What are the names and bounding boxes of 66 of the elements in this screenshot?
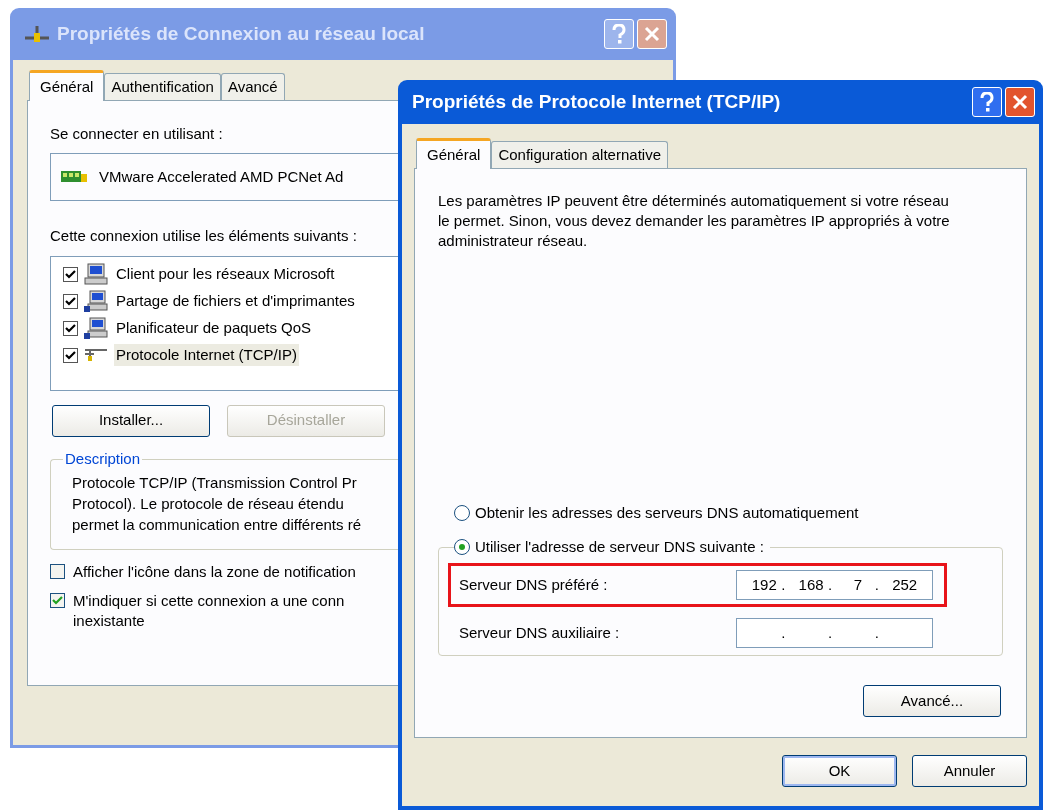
checkbox[interactable] [50,563,65,579]
tab[interactable]: Général [416,138,492,169]
list-item[interactable]: Partage de fichiers et d'imprimantes [114,289,357,313]
field-label: Se connecter en utilisant : [50,124,223,143]
field-label: Serveur DNS auxiliaire : [459,622,620,643]
computer-icon [84,290,108,312]
tab[interactable]: Général [29,70,105,101]
list-item[interactable]: Client pour les réseaux Microsoft [114,262,337,286]
tab[interactable]: Authentification [104,73,221,100]
window-title: Propriétés de Protocole Internet (TCP/IP) [412,89,781,114]
tab[interactable]: Configuration alternative [491,141,668,168]
radio-label: Obtenir les adresses des serveurs DNS automatiquement [475,502,859,523]
ip-address-field[interactable]: 192 . 168 . 7 . 252 [736,570,933,600]
description-text: Protocole TCP/IP (Transmission Control Pr [72,472,357,493]
octet-separator: . [781,574,786,595]
checkbox-label: Afficher l'icône dans la zone de notification [73,561,356,582]
window-title: Propriétés de Connexion au réseau local [57,21,425,46]
list-item[interactable]: Protocole Internet (TCP/IP) [114,343,299,367]
octet-separator: . [874,574,880,595]
tab[interactable]: Avancé [220,73,285,100]
button[interactable]: Avancé... [863,685,1001,717]
octet-value: 192 [750,574,778,595]
help-icon [612,24,626,44]
octet-value: 7 [852,574,864,595]
button[interactable]: Installer... [52,404,210,437]
checkbox-label: M'indiquer si cette connexion a une conn [73,590,345,611]
close-icon [644,26,660,42]
intro-text: Les paramètres IP peuvent être déterminés automatiquement si votre réseau le permet. Sinon, vous devez demander les paramètres IP appropriés à votre administrateur réseau. [438,191,951,251]
adapter-name: VMware Accelerated AMD PCNet Ad [99,166,344,187]
radio-button[interactable] [454,539,470,555]
description-text: permet la communication entre différents ré [72,514,362,535]
checkbox[interactable] [63,347,78,363]
octet-separator: . [874,622,880,643]
network-icon [84,347,108,363]
checkmark-icon [65,350,76,360]
checkmark-icon [65,269,76,279]
help-icon [980,92,994,112]
checkmark-icon [65,296,76,306]
ip-address-field[interactable]: . . . [736,618,933,648]
radio-label: Utiliser l'adresse de serveur DNS suivante : [475,536,764,557]
description-text: Protocol). Le protocole de réseau étendu [72,493,344,514]
octet-separator: . [781,622,786,643]
checkmark-icon [65,323,76,333]
checkmark-icon [52,595,63,605]
list-item[interactable]: Planificateur de paquets QoS [114,316,314,340]
network-card-icon [61,170,87,184]
radio-button[interactable] [454,505,470,521]
network-icon [23,23,51,45]
field-label: Serveur DNS préféré : [459,574,608,595]
help-button[interactable] [972,87,1002,117]
checkbox[interactable] [63,293,78,309]
octet-separator: . [828,574,833,595]
computer-icon [84,317,108,339]
close-button[interactable] [1005,87,1035,117]
checkbox[interactable] [63,266,78,282]
octet-separator: . [828,622,833,643]
button[interactable]: OK [782,755,897,787]
checkbox-label: inexistante [73,610,146,631]
octet-value: 168 [797,574,825,595]
button[interactable]: Annuler [912,755,1027,787]
close-icon [1012,94,1028,110]
checkbox[interactable] [50,592,65,608]
computer-icon [84,263,108,285]
field-label: Cette connexion utilise les éléments suivants : [50,226,357,246]
octet-value: 252 [891,574,919,595]
checkbox[interactable] [63,320,78,336]
